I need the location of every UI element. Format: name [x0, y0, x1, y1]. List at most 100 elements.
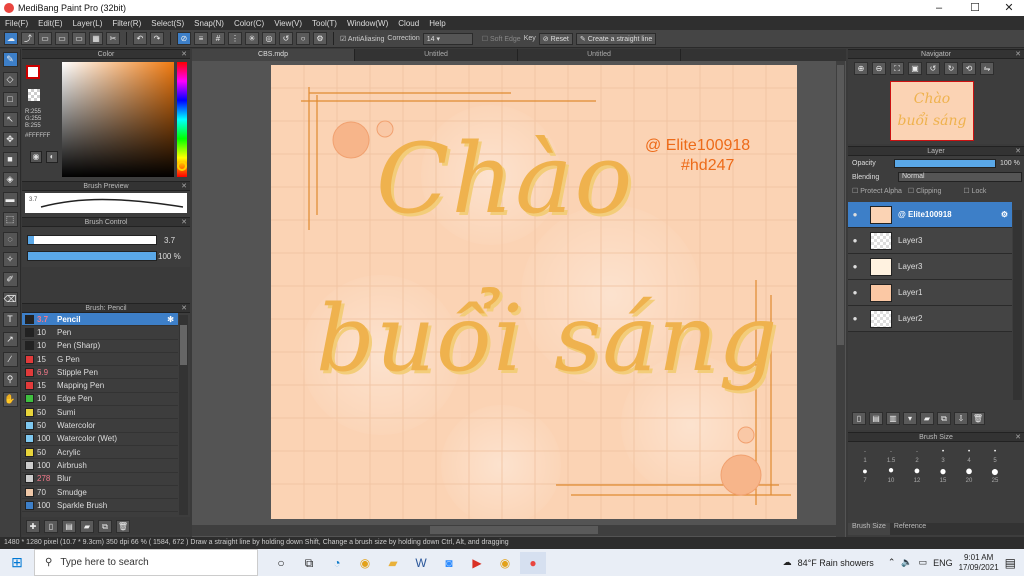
rect-tool-icon[interactable]: □ [2, 92, 18, 107]
rotate-left-icon[interactable]: ↺ [926, 62, 940, 75]
volume-icon[interactable]: 🔈 [901, 557, 912, 568]
size-preset-15[interactable]: ● 15 [930, 464, 956, 484]
lock-checkbox[interactable]: ☐ Lock [963, 187, 986, 195]
comment-icon[interactable]: ▭ [38, 32, 52, 45]
soft-edge-checkbox[interactable]: ☐ Soft Edge [482, 35, 521, 43]
select-tool-icon[interactable]: ↖ [2, 112, 18, 127]
bucket-tool-icon[interactable]: ◈ [2, 172, 18, 187]
divide-tool-icon[interactable]: ∕ [2, 352, 18, 367]
brush-list-item[interactable]: 278 Blur [22, 473, 178, 486]
network-icon[interactable]: ▭ [919, 557, 928, 568]
brush-list-item[interactable]: 15 Mapping Pen [22, 379, 178, 393]
move-tool-icon[interactable]: ✥ [2, 132, 18, 147]
menu-select[interactable]: Select(S) [146, 19, 189, 28]
lasso-tool-icon[interactable]: ◌ [2, 232, 18, 247]
new-halftone-layer-icon[interactable]: ▤ [869, 412, 883, 425]
layer-row[interactable]: ● Layer2 [848, 306, 1012, 332]
magic-wand-tool-icon[interactable]: ✧ [2, 252, 18, 267]
tab-brush-size[interactable]: Brush Size [848, 523, 890, 535]
layer-row[interactable]: ● Layer1 [848, 280, 1012, 306]
brush-new-icon[interactable]: ▯ [44, 520, 58, 533]
canvas-vertical-scrollbar[interactable] [836, 61, 845, 537]
chrome-profile-icon[interactable]: ◉ [492, 552, 518, 574]
visibility-eye-icon[interactable]: ● [848, 262, 862, 271]
size-preset-1[interactable]: · 1 [852, 446, 878, 464]
text-tool-icon[interactable]: T [2, 312, 18, 327]
menu-layer[interactable]: Layer(L) [68, 19, 108, 28]
word-icon[interactable]: W [408, 552, 434, 574]
menu-file[interactable]: File(F) [0, 19, 33, 28]
tab-cbs[interactable]: CBS.mdp [192, 49, 355, 61]
rotate-reset-icon[interactable]: ⟲ [962, 62, 976, 75]
tab-untitled-2[interactable]: Untitled [518, 49, 681, 61]
video-icon[interactable]: ▶ [464, 552, 490, 574]
file-explorer-icon[interactable]: ▰ [380, 552, 406, 574]
brush-list-item[interactable]: 3.7 Pencil ✻ [22, 313, 178, 327]
minimize-button[interactable]: – [922, 0, 956, 16]
snap-off-icon[interactable]: ⊘ [177, 32, 191, 45]
size-preset-25[interactable]: ● 25 [982, 464, 1008, 484]
correction-dropdown[interactable]: 14 ▾ [422, 32, 473, 45]
straight-line-button[interactable]: ✎ Create a straight line [575, 32, 657, 45]
snap-radial-icon[interactable]: ✳ [245, 32, 259, 45]
foreground-color-swatch[interactable] [26, 65, 40, 79]
snap-parallel-icon[interactable]: ≡ [194, 32, 208, 45]
menu-cloud[interactable]: Cloud [393, 19, 424, 28]
tray-chevron-icon[interactable]: ⌃ [888, 557, 896, 568]
size-preset-12[interactable]: ● 12 [904, 464, 930, 484]
clock[interactable]: 9:01 AM 17/09/2021 [959, 553, 999, 573]
menu-window[interactable]: Window(W) [342, 19, 393, 28]
fit-window-icon[interactable]: ⛶ [890, 62, 904, 75]
chrome-icon[interactable]: ◉ [352, 552, 378, 574]
panel-close-icon[interactable]: ✕ [181, 304, 187, 314]
antialias-checkbox[interactable]: ☑ AntiAliasing [340, 35, 384, 43]
brush-list-scrollbar[interactable] [179, 315, 188, 515]
menu-color[interactable]: Color(C) [229, 19, 269, 28]
layer-settings-icon[interactable]: ⚙ [1001, 210, 1008, 219]
tile-icon[interactable]: ▦ [89, 32, 103, 45]
brush-list-item[interactable]: 100 Watercolor (Wet) [22, 433, 178, 446]
size-preset-5[interactable]: • 5 [982, 446, 1008, 464]
brush-list-item[interactable]: 100 Airbrush [22, 459, 178, 473]
select-pen-tool-icon[interactable]: ✐ [2, 272, 18, 287]
tab-untitled-1[interactable]: Untitled [355, 49, 518, 61]
panel-close-icon[interactable]: ✕ [181, 50, 187, 60]
blending-dropdown[interactable]: Normal [898, 172, 1022, 182]
comment3-icon[interactable]: ▭ [72, 32, 86, 45]
operation-tool-icon[interactable]: ↗ [2, 332, 18, 347]
zoom-in-icon[interactable]: ⊕ [854, 62, 868, 75]
brush-list-item[interactable]: 100 Sparkle Brush [22, 499, 178, 513]
panel-close-icon[interactable]: ✕ [181, 218, 187, 228]
brush-folder-icon[interactable]: ▰ [80, 520, 94, 533]
close-button[interactable]: ✕ [992, 0, 1024, 16]
panel-close-icon[interactable]: ✕ [181, 182, 187, 192]
cortana-icon[interactable]: ○ [268, 552, 294, 574]
layer-row[interactable]: ● @ Elite100918 ⚙ [848, 202, 1012, 228]
maximize-button[interactable]: ☐ [958, 0, 992, 16]
new-layer-icon[interactable]: ▯ [852, 412, 866, 425]
size-preset-10[interactable]: ● 10 [878, 464, 904, 484]
reset-button[interactable]: ⊘ Reset [538, 32, 573, 45]
brush-list-item[interactable]: 50 Acrylic [22, 446, 178, 460]
brush-opacity-slider[interactable] [27, 251, 157, 261]
windows-start-icon[interactable]: ⊞ [0, 554, 34, 571]
hue-slider[interactable] [177, 62, 187, 177]
menu-edit[interactable]: Edit(E) [33, 19, 67, 28]
brush-delete-icon[interactable]: 🗑 [116, 520, 130, 533]
zoom-out-icon[interactable]: ⊖ [872, 62, 886, 75]
flip-icon[interactable]: ⇋ [980, 62, 994, 75]
color-sv-picker[interactable] [62, 62, 174, 177]
visibility-eye-icon[interactable]: ● [848, 210, 862, 219]
visibility-eye-icon[interactable]: ● [848, 314, 862, 323]
menu-tool[interactable]: Tool(T) [307, 19, 342, 28]
brush-copy-icon[interactable]: ⧉ [98, 520, 112, 533]
canvas-horizontal-scrollbar[interactable] [192, 525, 836, 536]
layer-row[interactable]: ● Layer3 [848, 254, 1012, 280]
brush-list-item[interactable]: 15 G Pen [22, 353, 178, 367]
comment2-icon[interactable]: ▭ [55, 32, 69, 45]
brush-list-item[interactable]: 10 Edge Pen [22, 393, 178, 407]
visibility-eye-icon[interactable]: ● [848, 288, 862, 297]
task-view-icon[interactable]: ⧉ [296, 552, 322, 574]
marquee-tool-icon[interactable]: ⬚ [2, 212, 18, 227]
weather-text[interactable]: 84°F Rain showers [798, 558, 874, 568]
